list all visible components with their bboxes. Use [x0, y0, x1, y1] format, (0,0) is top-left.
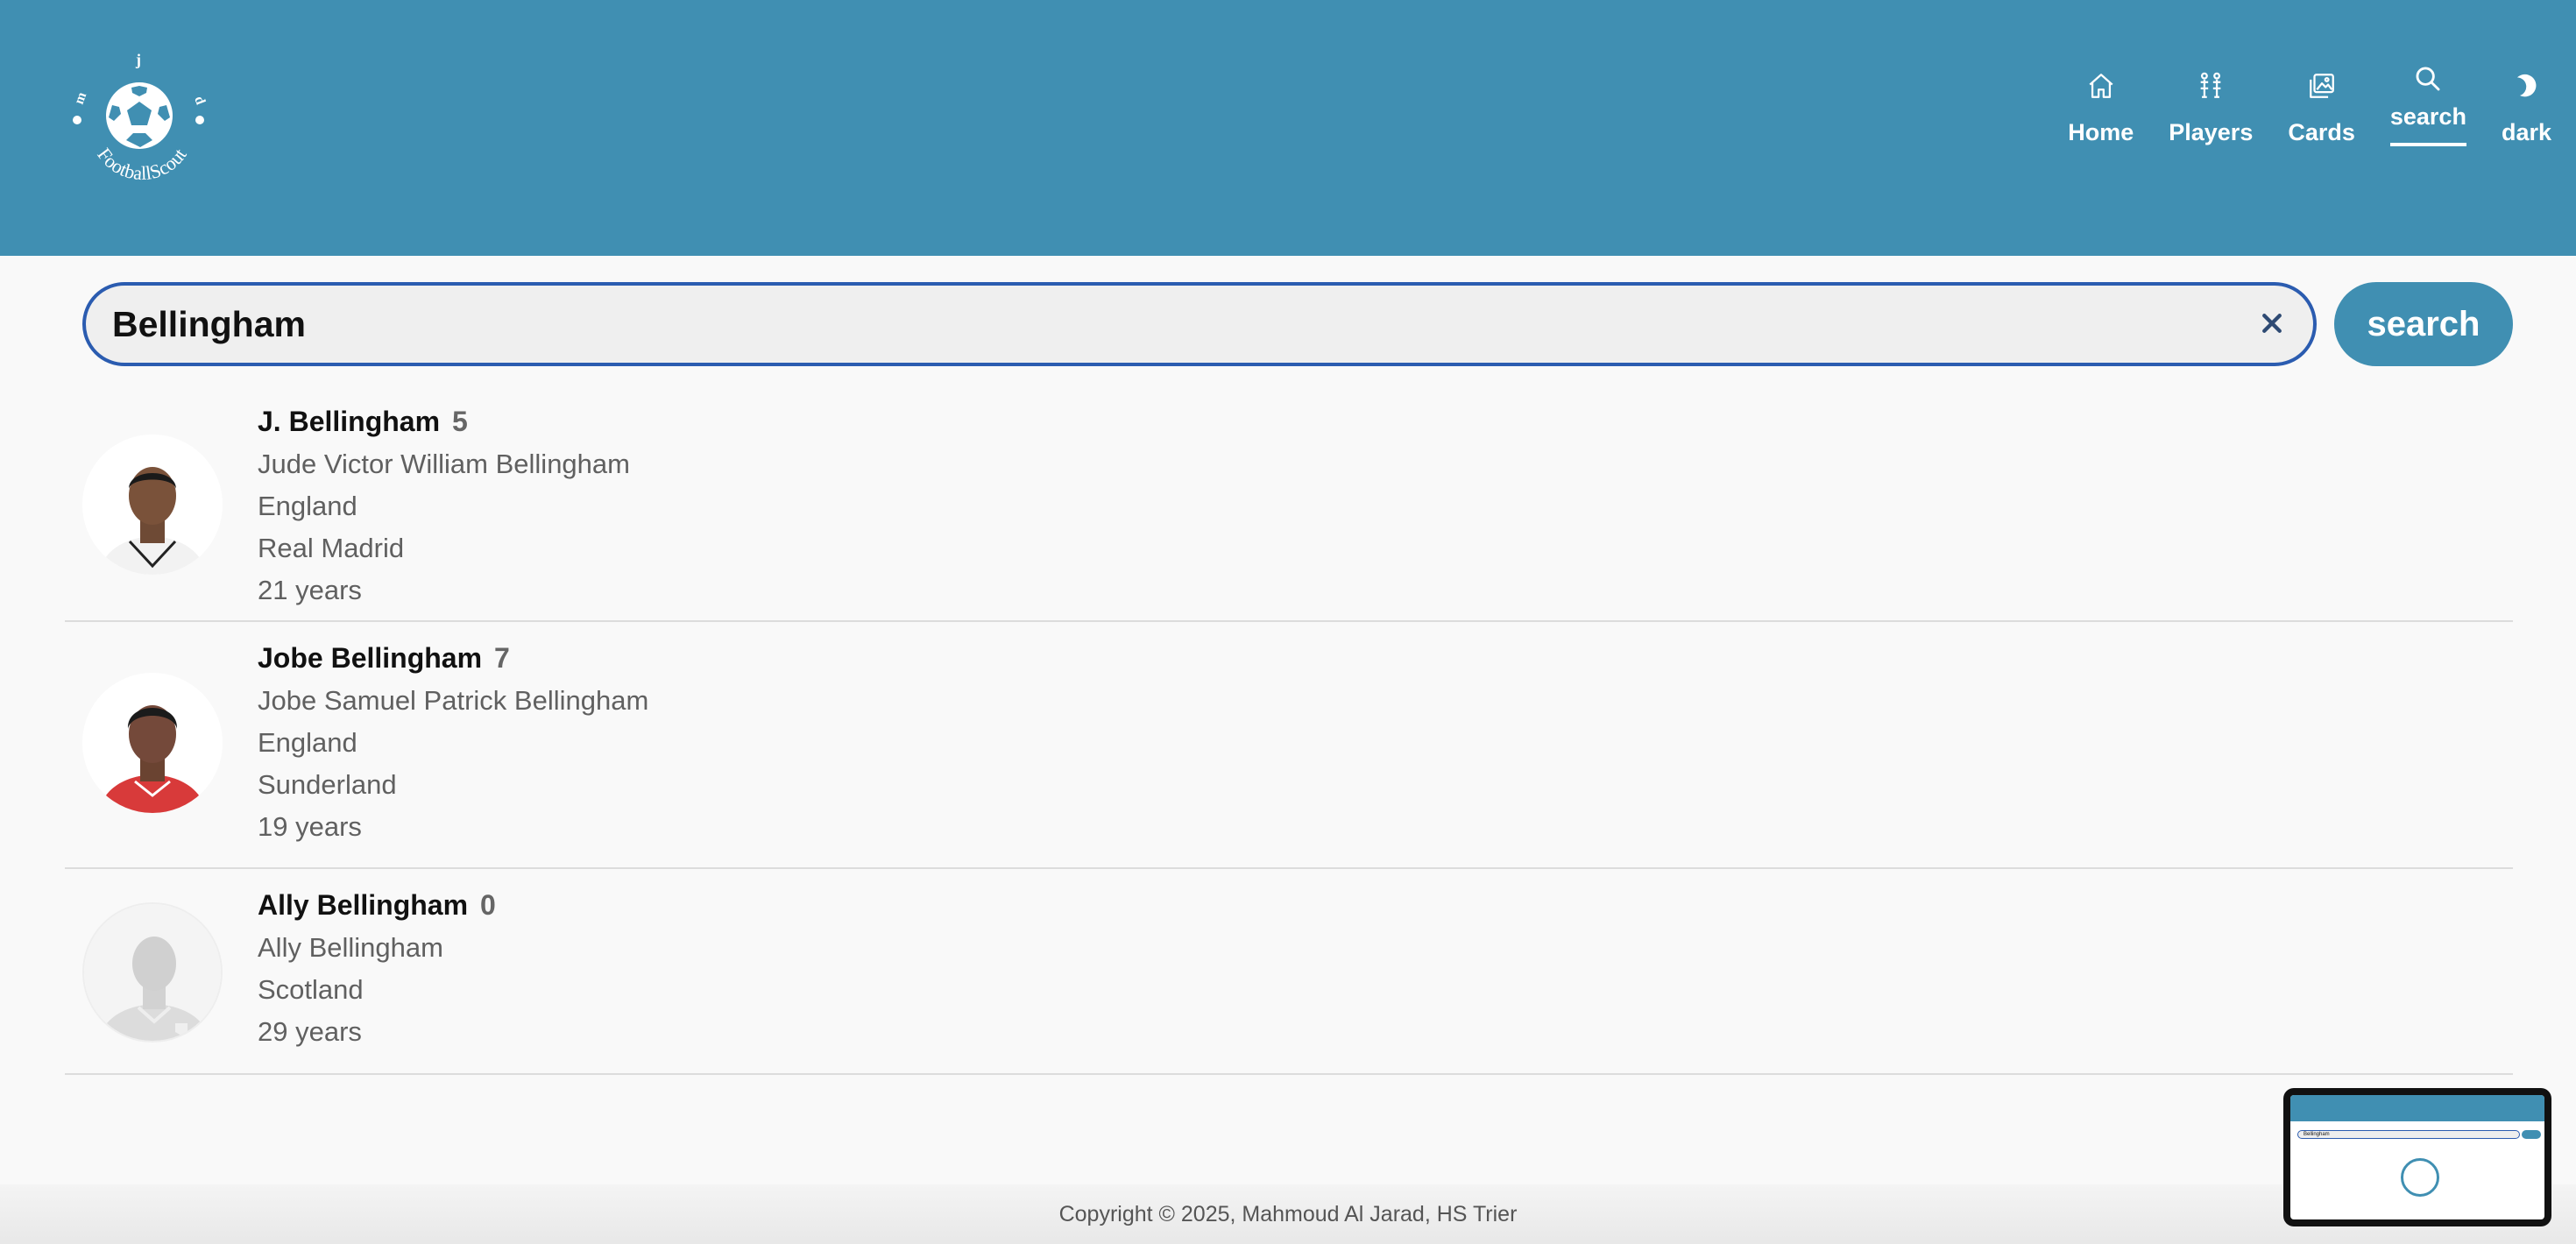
logo-wordmark: FootballScout	[93, 144, 190, 184]
list-item[interactable]: J. Bellingham 5 Jude Victor William Belli…	[65, 385, 2513, 622]
app-header: j m d FootballScout Home Players Cards s…	[0, 0, 2576, 256]
player-short-name: Ally Bellingham	[258, 889, 469, 921]
thumbnail-search-button	[2522, 1130, 2541, 1139]
player-name-line: J. Bellingham 5	[258, 399, 630, 443]
nav-cards[interactable]: Cards	[2288, 68, 2355, 146]
search-results: J. Bellingham 5 Jude Victor William Belli…	[65, 385, 2513, 1075]
player-number: 7	[494, 642, 510, 674]
player-age: 19 years	[258, 811, 362, 842]
search-field	[82, 282, 2317, 366]
clear-search-button[interactable]	[2259, 310, 2285, 336]
player-club: Sunderland	[258, 769, 397, 800]
list-item[interactable]: Ally Bellingham 0 Ally Bellingham Scotlan…	[65, 869, 2513, 1075]
nav-dark-mode[interactable]: dark	[2502, 68, 2551, 146]
player-full-name: Ally Bellingham	[258, 932, 443, 963]
player-name-line: Ally Bellingham 0	[258, 883, 496, 927]
nav-cards-label: Cards	[2288, 119, 2355, 145]
player-name-line: Jobe Bellingham 7	[258, 636, 648, 680]
search-icon	[2410, 61, 2445, 96]
player-club: Real Madrid	[258, 533, 405, 563]
player-full-name: Jobe Samuel Patrick Bellingham	[258, 685, 649, 716]
player-age: 21 years	[258, 575, 362, 605]
logo-letter-m: m	[72, 89, 90, 106]
moon-icon	[2509, 68, 2544, 103]
main-nav: Home Players Cards search dark	[2033, 67, 2551, 146]
player-short-name: J. Bellingham	[258, 406, 441, 437]
player-info: J. Bellingham 5 Jude Victor William Belli…	[258, 399, 630, 611]
search-input[interactable]	[112, 286, 2215, 363]
avatar-placeholder-icon	[82, 902, 223, 1043]
nav-players-label: Players	[2169, 119, 2254, 145]
thumbnail-search: Bellingham	[2297, 1130, 2520, 1139]
loading-spinner-icon	[2401, 1158, 2439, 1197]
player-nation: Scotland	[258, 974, 364, 1005]
home-icon	[2084, 68, 2119, 103]
player-age: 29 years	[258, 1016, 362, 1047]
player-info: Ally Bellingham 0 Ally Bellingham Scotlan…	[258, 883, 496, 1053]
avatar	[82, 435, 223, 575]
thumbnail-header	[2290, 1095, 2544, 1121]
player-full-name: Jude Victor William Bellingham	[258, 449, 630, 479]
players-icon	[2193, 68, 2228, 103]
player-number: 5	[452, 406, 468, 437]
player-number: 0	[480, 889, 496, 921]
nav-dark-label: dark	[2501, 119, 2551, 145]
logo-letter-j: j	[135, 51, 141, 68]
search-button[interactable]: search	[2334, 282, 2513, 366]
list-item[interactable]: Jobe Bellingham 7 Jobe Samuel Patrick Bel…	[65, 622, 2513, 869]
nav-home[interactable]: Home	[2068, 68, 2134, 146]
player-info: Jobe Bellingham 7 Jobe Samuel Patrick Bel…	[258, 636, 648, 848]
cards-icon	[2304, 68, 2339, 103]
close-icon	[2262, 314, 2282, 333]
page-footer: Copyright © 2025, Mahmoud Al Jarad, HS T…	[0, 1184, 2576, 1244]
nav-search-label: search	[2389, 103, 2466, 146]
player-short-name: Jobe Bellingham	[258, 642, 483, 674]
thumbnail-screen: Bellingham	[2290, 1095, 2544, 1219]
window-preview-thumbnail[interactable]: Bellingham	[2283, 1088, 2551, 1226]
logo-letter-d: d	[191, 95, 208, 107]
nav-players[interactable]: Players	[2169, 68, 2253, 146]
player-nation: England	[258, 727, 357, 758]
nav-home-label: Home	[2068, 119, 2134, 145]
copyright-text: Copyright © 2025, Mahmoud Al Jarad, HS T…	[1058, 1201, 1518, 1226]
nav-search[interactable]: search	[2389, 67, 2466, 146]
player-nation: England	[258, 491, 357, 521]
avatar	[82, 673, 223, 813]
soccer-ball-icon: j m d FootballScout	[72, 51, 209, 184]
footballscout-logo[interactable]: j m d FootballScout	[63, 44, 221, 201]
